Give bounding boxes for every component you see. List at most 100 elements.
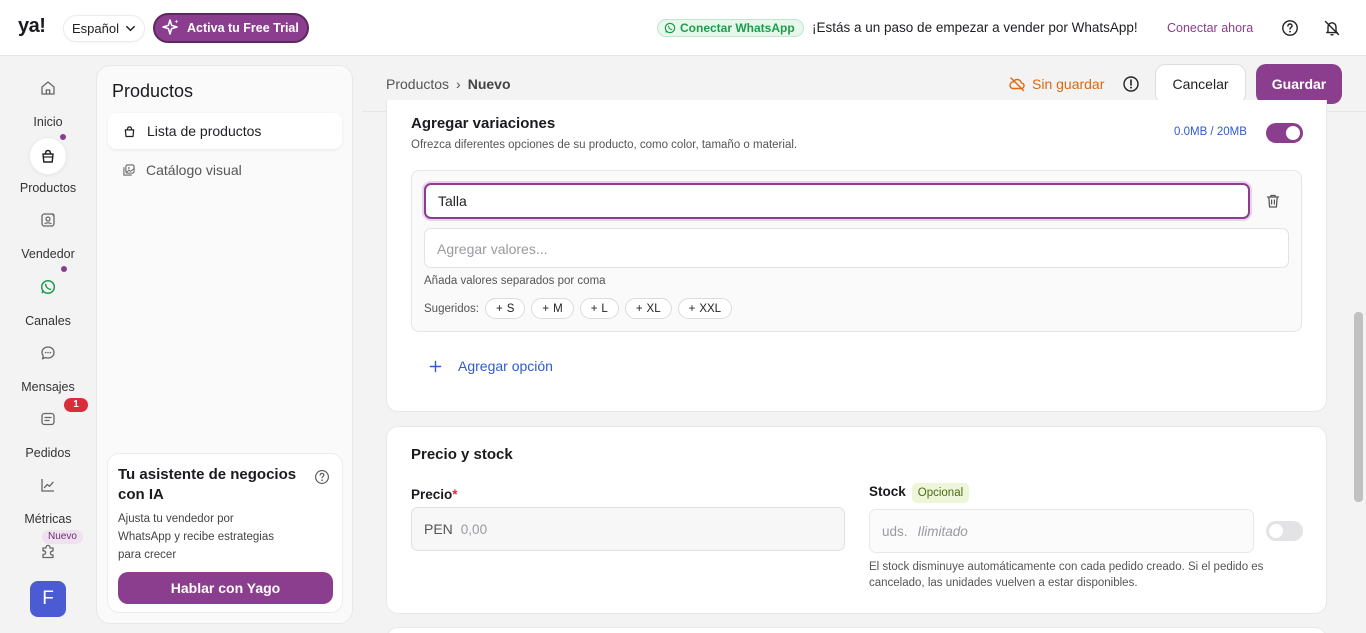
connect-now-link[interactable]: Conectar ahora (1167, 21, 1253, 35)
orders-icon (41, 412, 55, 426)
suggestion-chip-label: S (506, 302, 515, 315)
vendedor-indicator-dot (59, 264, 69, 274)
unsaved-label: Sin guardar (1032, 76, 1105, 92)
variations-title: Agregar variaciones (411, 115, 556, 132)
ai-assistant-description: Ajusta tu vendedor por WhatsApp y recibe… (118, 513, 274, 561)
stock-toggle[interactable] (1266, 521, 1303, 541)
nav-productos[interactable]: Productos (0, 137, 96, 195)
next-section-card (386, 627, 1327, 633)
stock-note: El stock disminuye automáticamente con c… (869, 561, 1264, 589)
home-icon (41, 81, 55, 95)
help-icon[interactable] (314, 469, 330, 485)
whatsapp-promo-text: ¡Estás a un paso de empezar a vender por… (812, 20, 1138, 35)
help-icon[interactable] (1281, 19, 1299, 37)
connect-whatsapp-pill[interactable]: Conectar WhatsApp (657, 19, 804, 37)
nav-mensajes[interactable]: Mensajes (0, 344, 96, 394)
main-navigation: Inicio Productos Vendedor Canales Mensaj… (0, 57, 96, 633)
suggestion-chip-xxl[interactable]: + XXL (677, 298, 733, 319)
add-option-label: Agregar opción (458, 358, 553, 374)
plus-icon (429, 360, 442, 372)
plus-icon: + (688, 302, 696, 315)
user-avatar[interactable]: F (30, 581, 66, 617)
bag-icon (42, 149, 54, 163)
price-label-text: Precio (411, 487, 453, 502)
variations-subtitle: Ofrezca diferentes opciones de su produc… (411, 139, 798, 151)
stock-unit: uds. (882, 523, 908, 539)
breadcrumb: Productos › Nuevo (386, 76, 511, 92)
price-stock-card: Precio y stock Precio* PEN 0,00 Stock Opc… (386, 426, 1327, 614)
language-label: Español (72, 21, 119, 36)
nav-vendedor-label: Vendedor (21, 247, 75, 261)
nav-inicio[interactable]: Inicio (0, 79, 96, 129)
plus-icon: + (635, 302, 643, 315)
price-label: Precio* (411, 487, 458, 502)
option-name-input[interactable]: Talla (424, 183, 1250, 219)
sidebar-item-product-list-label: Lista de productos (147, 123, 262, 139)
suggestion-chip-label: XXL (699, 302, 722, 315)
orders-count-badge: 1 (64, 398, 88, 412)
products-sidebar-title: Productos (112, 81, 194, 101)
currency-label: PEN (424, 521, 453, 537)
suggestion-chip-label: XL (646, 302, 661, 315)
top-bar: ya! Español Activa tu Free Trial Conecta… (0, 0, 1366, 56)
nav-pedidos-label: Pedidos (25, 446, 71, 460)
image-gallery-icon (123, 164, 135, 176)
suggestion-chip-l[interactable]: + L (579, 298, 619, 319)
price-placeholder: 0,00 (460, 521, 488, 537)
suggestions-label: Sugeridos: (424, 302, 479, 315)
suggestion-chip-label: M (553, 302, 563, 315)
required-mark: * (452, 487, 458, 502)
cancel-button[interactable]: Cancelar (1155, 64, 1246, 104)
optional-tag: Opcional (911, 483, 970, 503)
save-button[interactable]: Guardar (1256, 64, 1342, 104)
plus-icon: + (542, 302, 550, 315)
breadcrumb-separator: › (456, 76, 461, 92)
nav-vendedor[interactable]: Vendedor (0, 211, 96, 261)
trash-icon[interactable] (1265, 193, 1281, 209)
notifications-off-icon[interactable] (1323, 19, 1341, 37)
stock-input[interactable]: uds. Ilimitado (869, 509, 1254, 553)
suggestions-row: Sugeridos: + S + M + L + XL + XXL (424, 298, 733, 319)
alert-circle-icon[interactable] (1122, 75, 1140, 93)
values-hint: Añada valores separados por coma (424, 275, 606, 287)
connect-whatsapp-label: Conectar WhatsApp (680, 21, 795, 35)
suggestion-chip-xl[interactable]: + XL (624, 298, 672, 319)
suggestion-chip-m[interactable]: + M (531, 298, 574, 319)
language-selector[interactable]: Español (63, 15, 145, 42)
whatsapp-icon (664, 22, 676, 34)
breadcrumb-current: Nuevo (467, 76, 511, 92)
price-stock-title: Precio y stock (411, 446, 513, 463)
bag-icon (124, 125, 135, 137)
chart-icon (41, 479, 54, 492)
stock-label: Stock Opcional (869, 483, 970, 503)
nav-canales[interactable]: Canales (0, 278, 96, 328)
cloud-off-icon (1009, 77, 1025, 92)
variations-toggle[interactable] (1266, 123, 1303, 143)
chat-icon (41, 346, 55, 360)
scrollbar-thumb[interactable] (1354, 312, 1363, 502)
free-trial-button[interactable]: Activa tu Free Trial (153, 13, 309, 43)
sidebar-item-visual-catalog-label: Catálogo visual (146, 162, 242, 178)
talk-to-yago-button[interactable]: Hablar con Yago (118, 572, 333, 604)
app-logo[interactable]: ya! (18, 15, 46, 38)
chevron-down-icon (126, 25, 135, 32)
nav-productos-icon-wrap (29, 137, 67, 175)
ai-assistant-card: Tu asistente de negocios con IA Ajusta t… (107, 453, 343, 613)
free-trial-label: Activa tu Free Trial (187, 21, 299, 35)
nav-metricas[interactable]: Métricas (0, 476, 96, 526)
ai-assistant-title: Tu asistente de negocios con IA (118, 466, 297, 503)
price-input[interactable]: PEN 0,00 (411, 507, 845, 551)
suggestion-chip-label: L (601, 302, 608, 315)
sidebar-item-product-list[interactable]: Lista de productos (108, 113, 342, 149)
option-values-input[interactable]: Agregar valores... (424, 228, 1289, 268)
productos-indicator-dot (58, 132, 68, 142)
puzzle-icon[interactable] (39, 542, 57, 560)
seller-icon (41, 212, 55, 227)
plus-icon: + (590, 302, 598, 315)
add-option-button[interactable]: Agregar opción (429, 358, 553, 374)
nav-pedidos[interactable]: Pedidos (0, 410, 96, 460)
sidebar-item-visual-catalog[interactable]: Catálogo visual (108, 152, 342, 188)
breadcrumb-root[interactable]: Productos (386, 76, 449, 92)
suggestion-chip-s[interactable]: + S (484, 298, 526, 319)
variation-option-box: Talla Agregar valores... Añada valores s… (411, 170, 1302, 332)
